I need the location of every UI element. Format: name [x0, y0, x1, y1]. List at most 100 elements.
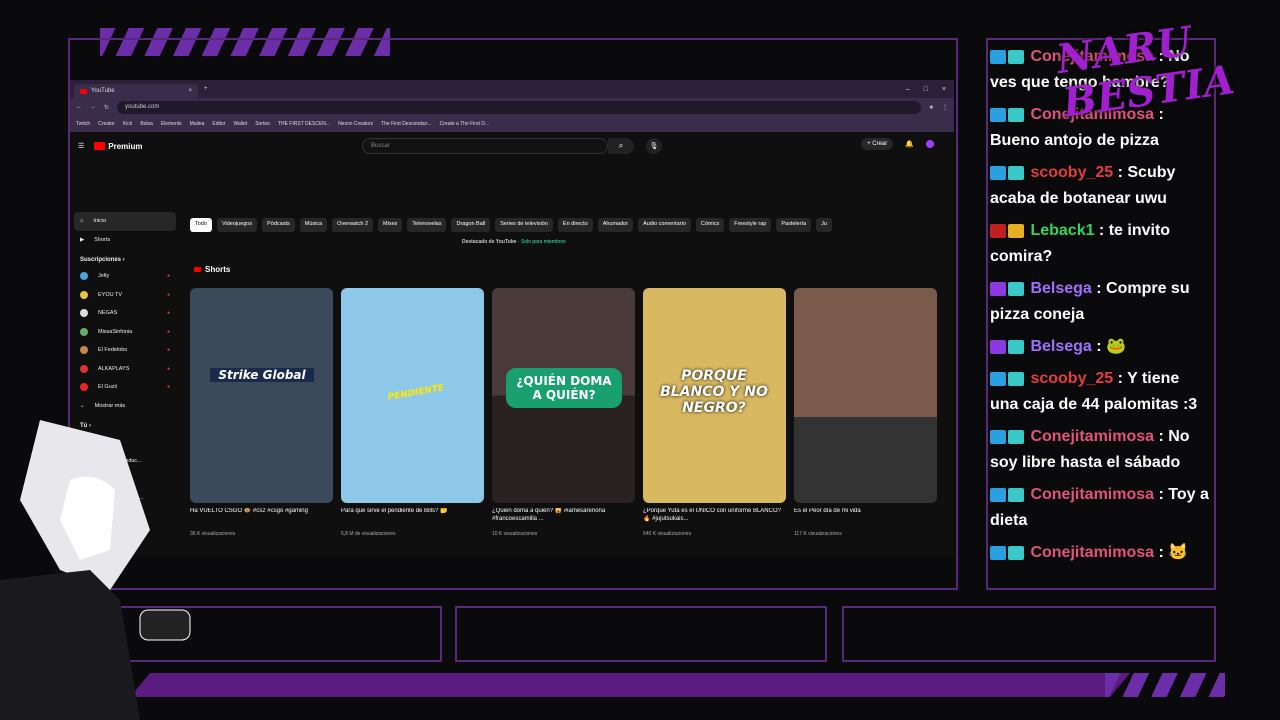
- short-thumbnail[interactable]: ¿QUIÉN DOMA A QUIÉN?: [492, 288, 635, 503]
- chip-2[interactable]: Pódcasts: [262, 218, 295, 232]
- badge-icon: [990, 49, 1006, 64]
- chat-username[interactable]: Conejitamimosa: [1026, 544, 1154, 561]
- sidebar-item-shorts[interactable]: ▶ Shorts: [70, 231, 180, 250]
- chip-6[interactable]: Telenovelas: [407, 218, 447, 232]
- short-views: 640 K visualizaciones: [643, 531, 692, 537]
- short-card[interactable]: PENDIENTE Para que sirve el pendiente de …: [341, 288, 484, 537]
- badge-icon: [990, 281, 1006, 296]
- badge-icon: [990, 223, 1006, 238]
- chat-message: Conejitamimosa : 🐱: [990, 540, 1212, 566]
- chat-username[interactable]: Conejitamimosa: [1026, 486, 1154, 503]
- shorts-icon: [194, 267, 201, 272]
- chip-10[interactable]: Ahumador: [597, 218, 634, 232]
- sidebar-item-channel[interactable]: El Fedelobo ●: [70, 341, 180, 360]
- chip-1[interactable]: Videojuegos: [216, 218, 258, 232]
- bookmark-item[interactable]: Elements: [161, 121, 182, 127]
- short-card[interactable]: Es el Peor día de mi vida 117 K visualiza…: [794, 288, 937, 537]
- url-field[interactable]: youtube.com: [117, 100, 921, 114]
- chip-12[interactable]: Cómics: [695, 218, 725, 232]
- forward-icon[interactable]: →: [90, 104, 96, 110]
- star-icon[interactable]: ★: [929, 104, 934, 111]
- live-indicator-icon: ●: [166, 384, 170, 391]
- maximize-icon[interactable]: □: [924, 86, 928, 93]
- short-card[interactable]: PORQUE BLANCO Y NO NEGRO? ¿Porque Yuta es…: [643, 288, 786, 537]
- shorts-title: Shorts: [205, 265, 231, 274]
- sidebar-item-channel[interactable]: Jelty ●: [70, 267, 180, 286]
- bell-icon[interactable]: 🔔: [905, 140, 914, 148]
- short-title[interactable]: Para que sirve el pendiente de Bills? 🤔: [341, 508, 484, 529]
- channel-avatar: [80, 309, 88, 318]
- chip-8[interactable]: Series de televisión: [495, 218, 553, 232]
- bookmark-item[interactable]: Twitch: [76, 121, 90, 127]
- sidebar-item-label: Shorts: [94, 236, 111, 243]
- reload-icon[interactable]: ↻: [104, 104, 109, 111]
- short-thumbnail[interactable]: PORQUE BLANCO Y NO NEGRO?: [643, 288, 786, 503]
- sidebar-item-channel[interactable]: ALKAPLAYS ●: [70, 360, 180, 379]
- shorts-shelf: Strike Global Ha VUELTO CSGO 🐵 #cs2 #csgo…: [190, 288, 937, 537]
- bookmark-item[interactable]: The First Descendan...: [381, 121, 432, 127]
- chat-username[interactable]: scooby_25: [1026, 164, 1113, 181]
- chip-3[interactable]: Música: [299, 218, 328, 232]
- sidebar-item-inicio[interactable]: ⌂ Inicio: [74, 212, 176, 231]
- chat-username[interactable]: scooby_25: [1026, 370, 1113, 387]
- create-label: Crear: [872, 141, 888, 147]
- thumbnail-overlay-text: PORQUE BLANCO Y NO NEGRO?: [660, 368, 768, 416]
- chat-username[interactable]: Belsega: [1026, 280, 1091, 297]
- chip-9[interactable]: En directo: [557, 218, 593, 232]
- badge-icon: [1008, 545, 1024, 560]
- sidebar-item-channel[interactable]: EYOU TV ●: [70, 286, 180, 305]
- close-icon[interactable]: ×: [942, 86, 946, 93]
- chip-11[interactable]: Audio comentario: [638, 218, 691, 232]
- avatar[interactable]: [926, 140, 934, 148]
- hamburger-icon[interactable]: ☰: [78, 142, 84, 150]
- short-thumbnail[interactable]: PENDIENTE: [341, 288, 484, 503]
- menu-icon[interactable]: ⋮: [942, 104, 948, 111]
- browser-tab[interactable]: YouTube ×: [74, 84, 198, 98]
- bookmark-item[interactable]: Mailea: [190, 121, 205, 127]
- search-input[interactable]: Buscar: [362, 138, 608, 154]
- bookmark-item[interactable]: Kick: [123, 121, 132, 127]
- bookmark-item[interactable]: THE FIRST DESCEN...: [278, 121, 330, 127]
- bookmark-item[interactable]: Editor: [212, 121, 225, 127]
- bookmark-item[interactable]: Wallet: [233, 121, 247, 127]
- youtube-logo[interactable]: Premium: [94, 142, 143, 151]
- chat-username[interactable]: Belsega: [1026, 338, 1091, 355]
- panel-3: [842, 606, 1216, 662]
- new-tab-icon[interactable]: +: [204, 86, 208, 92]
- subscriptions-header[interactable]: Suscripciones ›: [70, 249, 180, 267]
- chat-username[interactable]: Leback1: [1026, 222, 1094, 239]
- mic-icon[interactable]: 🎙: [646, 138, 662, 154]
- create-button[interactable]: + Crear: [861, 138, 894, 150]
- bookmark-item[interactable]: Sorteo: [255, 121, 270, 127]
- youtube-page: ☰ Premium Buscar ⌕ 🎙 + Crear 🔔 ⌂ Inicio ▶ Sh…: [70, 132, 954, 556]
- chip-13[interactable]: Freestyle rap: [729, 218, 772, 232]
- back-icon[interactable]: ←: [76, 104, 82, 110]
- chip-7[interactable]: Dragon Ball: [451, 218, 491, 232]
- short-title[interactable]: Es el Peor día de mi vida: [794, 508, 937, 529]
- chip-15[interactable]: Ju: [816, 218, 832, 232]
- short-card[interactable]: ¿QUIÉN DOMA A QUIÉN? ¿Quién doma a quién?…: [492, 288, 635, 537]
- bookmark-item[interactable]: Nexon Creators: [338, 121, 373, 127]
- short-title[interactable]: ¿Quién doma a quién? 🙀 #iamesareñoña #fr…: [492, 508, 635, 529]
- chip-5[interactable]: Mixes: [378, 218, 403, 232]
- chip-14[interactable]: Pastelería: [776, 218, 812, 232]
- bookmark-item[interactable]: Create a The First D...: [440, 121, 489, 127]
- chip-4[interactable]: Overwatch 2: [332, 218, 374, 232]
- chip-0[interactable]: Todo: [190, 218, 212, 232]
- short-thumbnail[interactable]: Strike Global: [190, 288, 333, 503]
- bookmark-item[interactable]: Creator: [98, 121, 115, 127]
- short-title[interactable]: Ha VUELTO CSGO 🐵 #cs2 #csgo #gaming: [190, 508, 333, 529]
- sidebar-item-channel[interactable]: El Guzii ●: [70, 378, 180, 397]
- chat-username[interactable]: Conejitamimosa: [1026, 428, 1154, 445]
- short-title[interactable]: ¿Porque Yuta es el ÚNICO con uniforme BL…: [643, 508, 786, 529]
- short-card[interactable]: Strike Global Ha VUELTO CSGO 🐵 #cs2 #csgo…: [190, 288, 333, 537]
- minimize-icon[interactable]: –: [906, 86, 910, 93]
- sidebar-item-channel[interactable]: MissaSinfonia ●: [70, 323, 180, 342]
- sidebar-item-channel[interactable]: NEGAS ●: [70, 304, 180, 323]
- search-icon[interactable]: ⌕: [608, 138, 634, 154]
- short-thumbnail[interactable]: [794, 288, 937, 503]
- bookmark-item[interactable]: Bolsa: [140, 121, 153, 127]
- browser-window: YouTube × + – □ × ← → ↻ youtube.com ★ ⋮ Twitch…: [70, 80, 954, 556]
- badge-icon: [1008, 107, 1024, 122]
- badge-icon: [1008, 371, 1024, 386]
